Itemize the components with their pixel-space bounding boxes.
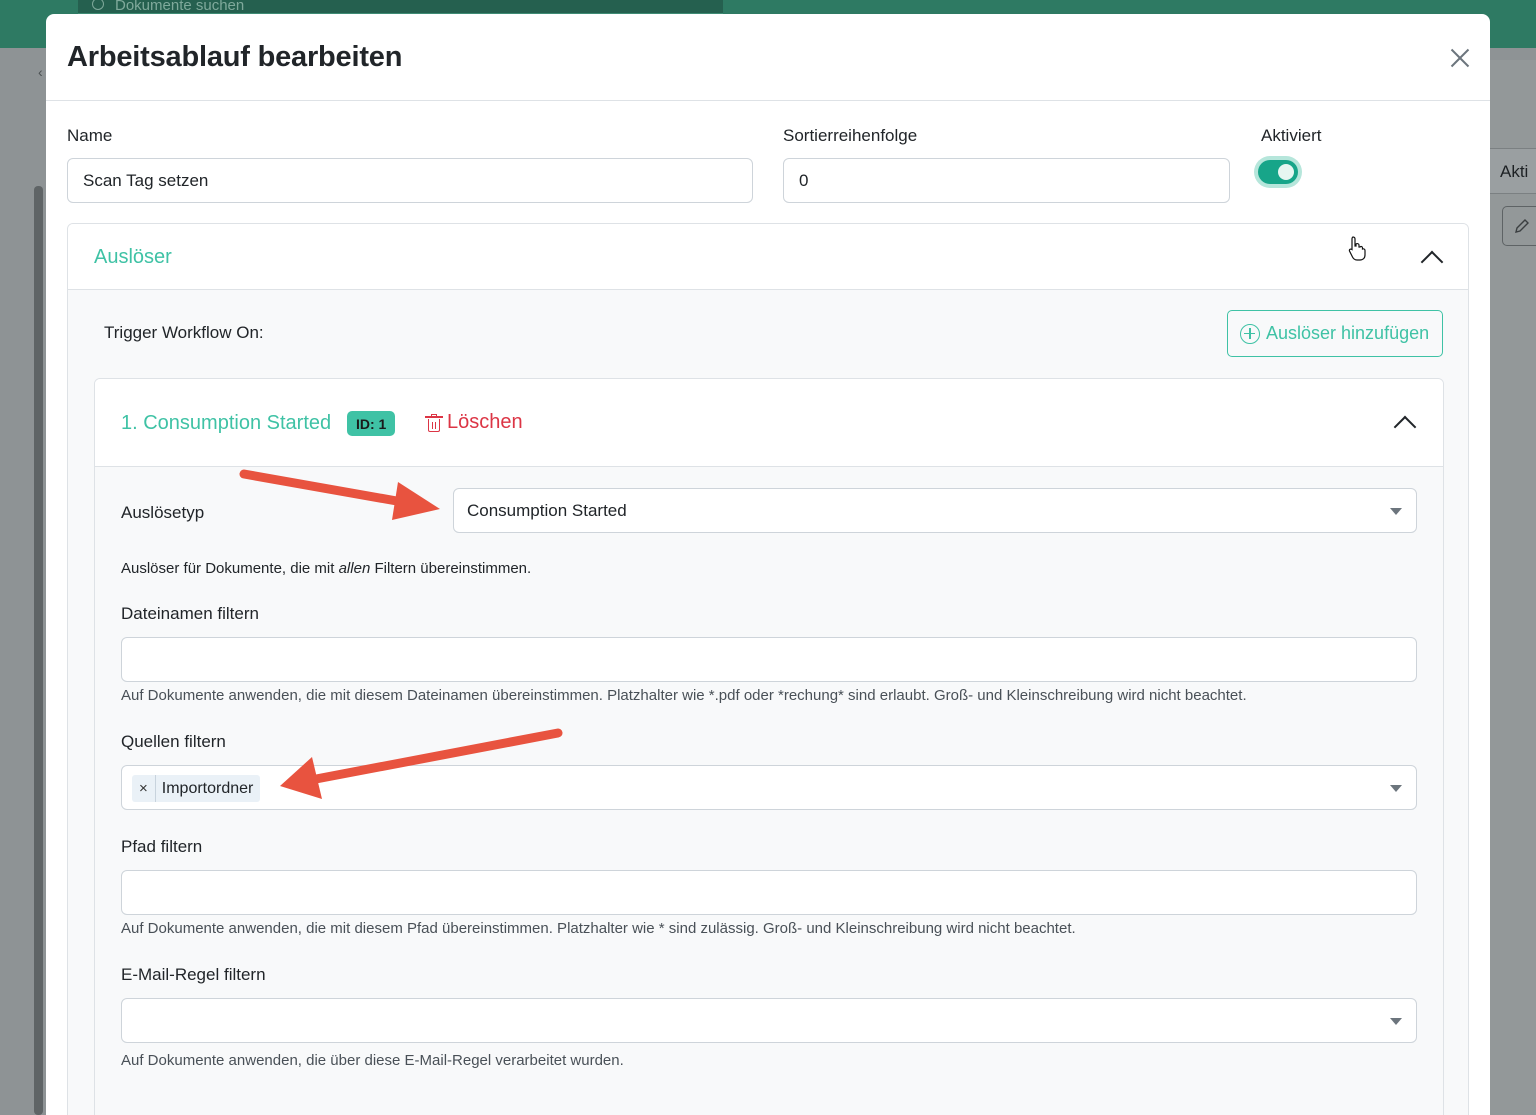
- add-trigger-label: Auslöser hinzufügen: [1266, 323, 1430, 343]
- enabled-toggle[interactable]: [1258, 160, 1298, 184]
- trigger-on-label: Trigger Workflow On:: [104, 323, 264, 342]
- triggers-section-title: Auslöser: [94, 246, 172, 268]
- filename-filter-input[interactable]: [121, 637, 1417, 682]
- trash-icon: [425, 413, 443, 432]
- caret-down-icon: [1390, 785, 1402, 792]
- chevron-up-icon[interactable]: [1420, 250, 1444, 274]
- background-edit-button: [1502, 206, 1536, 246]
- sources-filter-label: Quellen filtern: [121, 732, 226, 751]
- plus-circle-icon: [1240, 323, 1260, 344]
- sort-order-label: Sortierreihenfolge: [783, 126, 918, 145]
- pencil-icon: [1515, 219, 1529, 233]
- caret-down-icon: [1390, 1018, 1402, 1025]
- path-filter-help: Auf Dokumente anwenden, die mit diesem P…: [121, 920, 1076, 937]
- trigger-item-body: Auslösetyp Consumption Started Auslöser …: [95, 467, 1443, 1115]
- sort-order-input[interactable]: 0: [783, 158, 1230, 203]
- trigger-description: Auslöser für Dokumente, die mit allen Fi…: [121, 560, 532, 577]
- triggers-accordion: Auslöser Trigger Workflow On: Auslöser h…: [67, 223, 1469, 1115]
- filename-filter-label: Dateinamen filtern: [121, 604, 259, 623]
- source-tag-label: Importordner: [161, 779, 254, 797]
- sources-filter-select[interactable]: × Importordner: [121, 765, 1417, 810]
- name-input[interactable]: Scan Tag setzen: [67, 158, 753, 203]
- triggers-accordion-body: Trigger Workflow On: Auslöser hinzufügen…: [68, 290, 1468, 1115]
- source-tag: × Importordner: [132, 775, 261, 802]
- close-icon[interactable]: [1448, 46, 1472, 70]
- mailrule-filter-select[interactable]: [121, 998, 1417, 1043]
- modal-header: Arbeitsablauf bearbeiten: [46, 14, 1490, 101]
- enabled-label: Aktiviert: [1261, 126, 1322, 145]
- trigger-type-select[interactable]: Consumption Started: [453, 488, 1417, 533]
- remove-tag-icon[interactable]: ×: [132, 775, 156, 802]
- path-filter-label: Pfad filtern: [121, 837, 203, 856]
- modal-title: Arbeitsablauf bearbeiten: [67, 41, 403, 73]
- background-scrollbar: [34, 186, 43, 1115]
- delete-trigger-button[interactable]: Löschen: [425, 411, 523, 434]
- caret-down-icon: [1390, 508, 1402, 515]
- trigger-item-accordion: 1. Consumption Started ID: 1 Löschen Aus…: [94, 378, 1444, 1115]
- chevron-up-icon[interactable]: [1393, 415, 1417, 439]
- path-filter-input[interactable]: [121, 870, 1417, 915]
- background-column-header: Akti: [1500, 162, 1529, 181]
- name-label: Name: [67, 126, 113, 145]
- edit-workflow-modal: Arbeitsablauf bearbeiten Name Scan Tag s…: [46, 14, 1490, 1115]
- background-search-placeholder: Dokumente suchen: [115, 0, 245, 14]
- add-trigger-button[interactable]: Auslöser hinzufügen: [1227, 310, 1443, 357]
- trigger-id-badge: ID: 1: [347, 411, 396, 436]
- mailrule-filter-label: E-Mail-Regel filtern: [121, 965, 266, 984]
- trigger-type-value: Consumption Started: [467, 500, 627, 520]
- back-icon: ‹: [38, 64, 43, 80]
- filename-filter-help: Auf Dokumente anwenden, die mit diesem D…: [121, 687, 1247, 704]
- trigger-item-title: 1. Consumption Started: [121, 412, 332, 434]
- trigger-type-label: Auslösetyp: [121, 503, 205, 522]
- delete-trigger-label: Löschen: [447, 411, 523, 433]
- mailrule-filter-help: Auf Dokumente anwenden, die über diese E…: [121, 1052, 624, 1069]
- triggers-accordion-header[interactable]: Auslöser: [68, 224, 1468, 290]
- toggle-knob: [1278, 164, 1294, 180]
- trigger-item-header[interactable]: 1. Consumption Started ID: 1 Löschen: [95, 379, 1443, 467]
